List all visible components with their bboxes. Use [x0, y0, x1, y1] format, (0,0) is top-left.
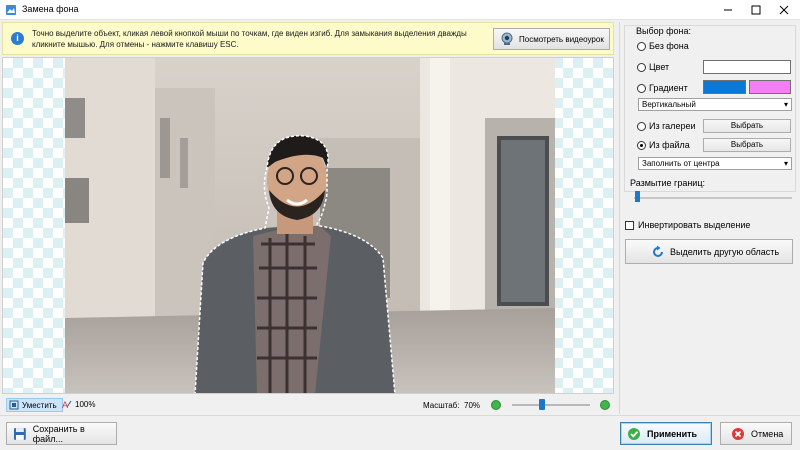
info-icon: i — [11, 32, 24, 45]
zoom-in-button[interactable] — [600, 400, 610, 410]
edge-blur-thumb[interactable] — [635, 191, 640, 202]
radio-from-gallery[interactable] — [637, 121, 646, 131]
canvas-toolbar: Уместить A 100% Масштаб: 70% — [2, 396, 614, 414]
fit-button[interactable]: Уместить — [6, 398, 63, 412]
color-swatch[interactable] — [703, 60, 791, 74]
option-color[interactable]: Цвет — [637, 62, 669, 72]
gradient-direction-select[interactable]: Вертикальный ▾ — [638, 98, 792, 111]
zoom-100-label: 100% — [75, 399, 96, 409]
street-photo — [65, 58, 555, 393]
cancel-button[interactable]: Отмена — [720, 422, 792, 445]
maximize-icon — [751, 5, 761, 15]
background-group: Выбор фона: Без фона Цвет Градиент Верти… — [624, 25, 796, 192]
radio-gradient[interactable] — [637, 83, 646, 93]
invert-label: Инвертировать выделение — [638, 220, 751, 230]
gradient-direction-value: Вертикальный — [642, 100, 696, 109]
from-gallery-label: Из галереи — [649, 121, 696, 131]
zoom-100-icon: A — [62, 400, 72, 409]
zoom-100-button[interactable]: A 100% — [62, 399, 96, 410]
cancel-label: Отмена — [751, 428, 784, 439]
scale-value: 70% — [464, 401, 481, 410]
radio-color[interactable] — [637, 62, 646, 72]
gallery-pick-button[interactable]: Выбрать — [703, 119, 791, 133]
refresh-icon — [653, 245, 663, 257]
apply-label: Применить — [647, 428, 698, 439]
edge-blur-group: Размытие границ: — [624, 178, 796, 214]
invert-checkbox[interactable] — [625, 220, 634, 230]
info-bar: i Точно выделите объект, кликая левой кн… — [2, 22, 614, 55]
minimize-button[interactable] — [714, 0, 742, 20]
option-no-background[interactable]: Без фона — [637, 41, 689, 51]
minimize-icon — [724, 9, 732, 11]
webcam-icon — [501, 32, 513, 45]
floppy-disk-icon — [13, 427, 26, 440]
chevron-down-icon: ▾ — [783, 159, 788, 168]
scale-label: Масштаб: — [423, 401, 460, 410]
background-title: Выбор фона: — [634, 26, 694, 36]
save-to-file-button[interactable]: Сохранить в файл... — [6, 422, 117, 445]
zoom-out-button[interactable] — [491, 400, 501, 410]
svg-text:A: A — [62, 400, 68, 409]
option-from-gallery[interactable]: Из галереи — [637, 121, 695, 131]
image-canvas[interactable] — [2, 57, 614, 394]
chevron-down-icon: ▾ — [783, 100, 788, 109]
info-text: Точно выделите объект, кликая левой кноп… — [32, 29, 467, 49]
maximize-button[interactable] — [742, 0, 770, 20]
check-icon — [628, 427, 640, 440]
close-icon — [779, 5, 789, 15]
fit-label: Уместить — [22, 400, 57, 410]
fill-mode-select[interactable]: Заполнить от центра ▾ — [638, 157, 792, 170]
from-file-label: Из файла — [649, 140, 690, 150]
file-pick-button[interactable]: Выбрать — [703, 138, 791, 152]
settings-panel: Выбор фона: Без фона Цвет Градиент Верти… — [619, 22, 798, 414]
save-label: Сохранить в файл... — [32, 423, 85, 444]
footer: Сохранить в файл... Применить Отмена — [0, 415, 800, 450]
option-gradient[interactable]: Градиент — [637, 83, 688, 93]
no-background-label: Без фона — [649, 41, 689, 51]
edge-blur-title: Размытие границ: — [630, 178, 705, 188]
close-button[interactable] — [770, 0, 798, 20]
gradient-label: Градиент — [649, 83, 688, 93]
color-label: Цвет — [649, 62, 670, 72]
select-other-area-button[interactable]: Выделить другую область — [625, 239, 793, 264]
option-from-file[interactable]: Из файла — [637, 140, 690, 150]
invert-selection[interactable]: Инвертировать выделение — [625, 220, 750, 230]
gradient-end-swatch[interactable] — [749, 80, 791, 94]
watch-video-label: Посмотреть видеоурок — [519, 34, 604, 44]
watch-video-button[interactable]: Посмотреть видеоурок — [493, 28, 610, 50]
zoom-slider-track[interactable] — [512, 404, 590, 406]
gradient-start-swatch[interactable] — [703, 80, 746, 94]
cancel-icon — [732, 427, 744, 440]
app-icon — [6, 5, 16, 15]
radio-no-background[interactable] — [637, 41, 646, 51]
edge-blur-track[interactable] — [634, 197, 792, 199]
photo[interactable] — [65, 58, 555, 393]
window-title: Замена фона — [22, 4, 79, 14]
apply-button[interactable]: Применить — [620, 422, 712, 445]
zoom-slider-thumb[interactable] — [539, 399, 545, 410]
fill-mode-value: Заполнить от центра — [642, 159, 720, 168]
radio-from-file[interactable] — [637, 140, 646, 150]
fit-icon — [9, 400, 19, 410]
select-other-label: Выделить другую область — [670, 246, 780, 257]
title-bar: Замена фона — [0, 0, 800, 20]
